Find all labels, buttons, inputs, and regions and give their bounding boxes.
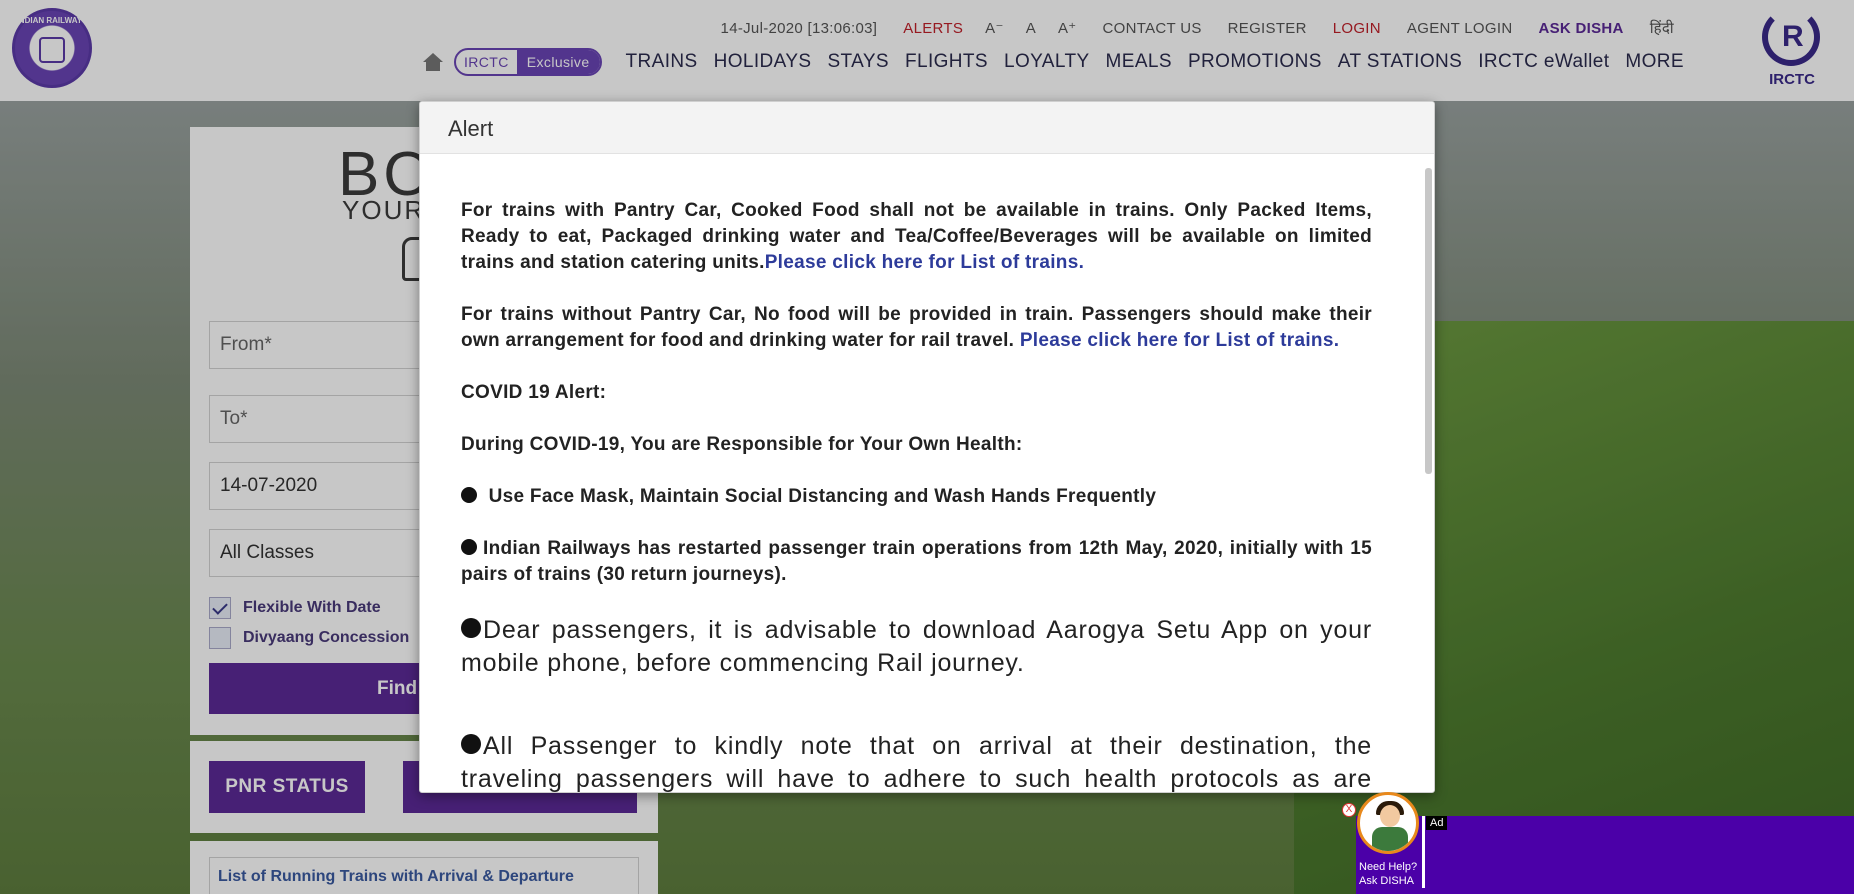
face-mask-item: Use Face Mask, Maintain Social Distancin… — [461, 484, 1372, 510]
alert-paragraph-no-pantry: For trains without Pantry Car, No food w… — [461, 302, 1372, 354]
no-pantry-trains-link[interactable]: Please click here for List of trains. — [1020, 330, 1339, 351]
restart-operations-text: Indian Railways has restarted passenger … — [461, 538, 1372, 585]
modal-title: Alert — [420, 102, 1434, 154]
bullet-icon — [461, 734, 481, 754]
pantry-trains-link[interactable]: Please click here for List of trains. — [765, 252, 1084, 273]
aarogya-setu-text: Dear passengers, it is advisable to down… — [461, 616, 1372, 677]
covid-heading: COVID 19 Alert: — [461, 382, 607, 403]
disha-line-2: Ask DISHA — [1359, 875, 1415, 887]
covid-responsibility-text: During COVID-19, You are Responsible for… — [461, 434, 1023, 455]
disha-divider — [1422, 816, 1425, 888]
face-mask-text: Use Face Mask, Maintain Social Distancin… — [483, 486, 1157, 507]
bullet-icon — [461, 618, 481, 638]
disha-line-1: Need Help? — [1359, 861, 1418, 873]
aarogya-setu-item: Dear passengers, it is advisable to down… — [461, 614, 1372, 680]
modal-body: For trains with Pantry Car, Cooked Food … — [420, 154, 1420, 792]
bullet-icon — [461, 539, 477, 555]
disha-avatar-icon[interactable] — [1357, 792, 1419, 854]
alert-paragraph-pantry: For trains with Pantry Car, Cooked Food … — [461, 198, 1372, 276]
ad-banner[interactable]: Ad — [1356, 816, 1854, 894]
modal-scrollbar[interactable] — [1425, 168, 1432, 474]
alert-modal: Alert For trains with Pantry Car, Cooked… — [419, 101, 1435, 793]
health-protocol-item: All Passenger to kindly note that on arr… — [461, 730, 1372, 792]
bullet-icon — [461, 487, 477, 503]
close-icon[interactable]: X — [1342, 803, 1356, 817]
ad-tag: Ad — [1426, 816, 1448, 830]
health-protocol-text: All Passenger to kindly note that on arr… — [461, 732, 1372, 792]
disha-help-text[interactable]: Need Help? Ask DISHA — [1359, 860, 1417, 888]
restart-operations-item: Indian Railways has restarted passenger … — [461, 536, 1372, 588]
